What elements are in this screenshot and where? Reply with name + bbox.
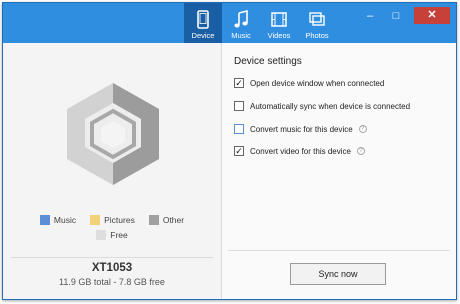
tab-device-label: Device	[191, 31, 215, 40]
legend-item-music: Music	[39, 215, 77, 225]
setting-label-convert-music: Convert music for this device	[250, 124, 353, 134]
storage-hexagon-graphic	[63, 81, 163, 192]
legend-item-pictures: Pictures	[90, 215, 135, 225]
app-window: Device Music Videos Photos – □ ✕ Music P…	[2, 2, 457, 300]
checkbox-open-device-window[interactable]: ✓	[234, 78, 244, 88]
tab-music[interactable]: Music	[222, 3, 260, 43]
storage-hexagon-icon	[67, 83, 159, 185]
legend-swatch-other	[148, 215, 159, 225]
tab-bar: Device Music Videos Photos	[184, 3, 336, 43]
setting-label-auto-sync: Automatically sync when device is connec…	[250, 101, 411, 111]
sync-now-button[interactable]: Sync now	[290, 263, 386, 285]
window-controls: – □ ✕	[362, 7, 450, 24]
title-bar: Device Music Videos Photos – □ ✕	[3, 3, 456, 43]
info-icon[interactable]: ?	[358, 125, 367, 133]
settings-title: Device settings	[234, 56, 302, 67]
photos-icon	[309, 12, 325, 26]
setting-auto-sync[interactable]: Automatically sync when device is connec…	[234, 101, 410, 111]
tab-music-label: Music	[231, 31, 251, 40]
maximize-button[interactable]: □	[388, 10, 404, 22]
storage-divider	[11, 257, 213, 258]
minimize-button[interactable]: –	[362, 10, 378, 22]
legend-item-free: Free	[96, 230, 128, 240]
tab-videos[interactable]: Videos	[260, 3, 298, 43]
tab-photos[interactable]: Photos	[298, 3, 336, 43]
legend-swatch-free	[96, 230, 107, 240]
tab-photos-label: Photos	[305, 31, 329, 40]
tab-device[interactable]: Device	[184, 3, 222, 43]
tab-videos-label: Videos	[267, 31, 291, 40]
music-note-icon	[234, 10, 248, 28]
device-storage-summary: 11.9 GB total - 7.8 GB free	[59, 277, 165, 287]
legend-swatch-music	[39, 215, 50, 225]
legend-swatch-pictures	[90, 215, 101, 225]
storage-panel: Music Pictures Other Free XT1053 11.9 GB…	[3, 43, 221, 299]
legend-label-pictures: Pictures	[104, 215, 135, 225]
settings-divider	[228, 250, 450, 251]
setting-convert-music[interactable]: Convert music for this device ?	[234, 124, 367, 134]
legend-label-music: Music	[53, 215, 77, 225]
legend-label-free: Free	[110, 230, 128, 240]
legend-label-other: Other	[162, 215, 185, 225]
phone-icon	[197, 10, 209, 29]
legend-item-other: Other	[148, 215, 185, 225]
setting-label-convert-video: Convert video for this device	[250, 146, 351, 156]
storage-legend: Music Pictures Other Free	[3, 215, 221, 240]
device-name: XT1053	[91, 262, 133, 274]
setting-convert-video[interactable]: ✓ Convert video for this device ?	[234, 146, 365, 156]
settings-panel: Device settings ✓ Open device window whe…	[222, 43, 456, 299]
setting-label-open-device-window: Open device window when connected	[250, 78, 385, 88]
film-icon	[271, 12, 287, 27]
checkbox-convert-music[interactable]	[234, 124, 244, 134]
close-button[interactable]: ✕	[414, 7, 450, 24]
checkbox-convert-video[interactable]: ✓	[234, 146, 244, 156]
checkbox-auto-sync[interactable]	[234, 101, 244, 111]
setting-open-device-window[interactable]: ✓ Open device window when connected	[234, 78, 384, 88]
content-area: Music Pictures Other Free XT1053 11.9 GB…	[3, 43, 456, 299]
info-icon[interactable]: ?	[356, 147, 365, 155]
